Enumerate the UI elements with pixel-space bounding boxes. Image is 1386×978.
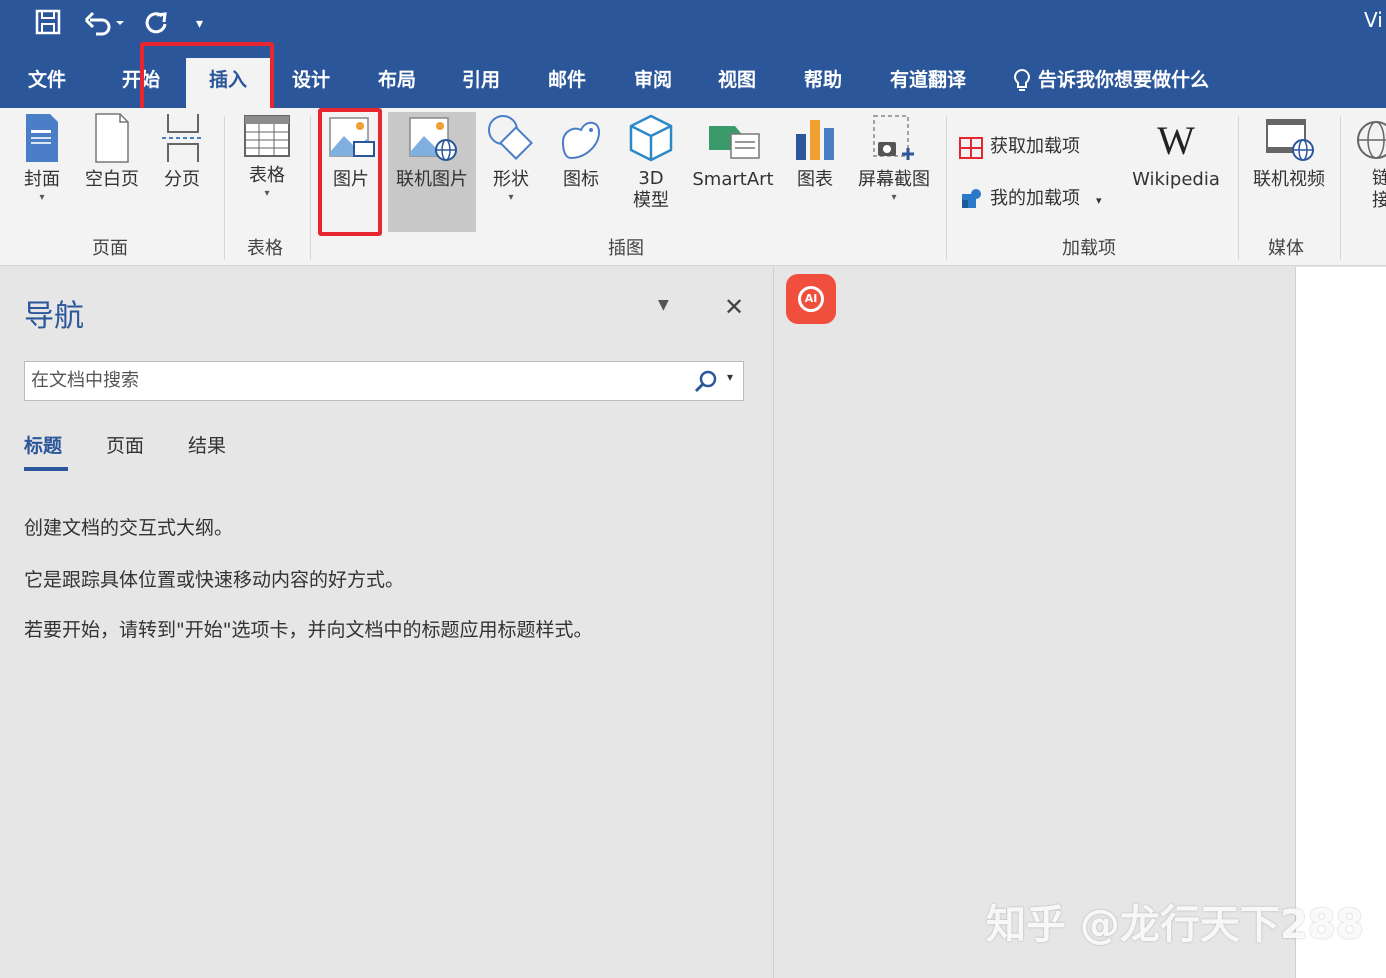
nav-search-input[interactable] <box>31 362 671 398</box>
navigation-pane: 导航 ▼ ✕ ▾ 标题 页面 结果 创建文档的交互式大纲。 它是跟踪具体位置或快… <box>0 267 774 978</box>
blank-page-button[interactable]: 空白页 <box>80 112 144 192</box>
tab-insert[interactable]: 插入 <box>186 58 270 108</box>
group-divider <box>1340 116 1341 260</box>
nav-help-line-1: 创建文档的交互式大纲。 <box>24 517 234 539</box>
screenshot-button[interactable]: 屏幕截图 ▾ <box>852 112 936 204</box>
get-addins-button[interactable]: 获取加载项 <box>958 132 1080 160</box>
window-title: Vi <box>1364 8 1383 32</box>
tab-references[interactable]: 引用 <box>456 58 506 108</box>
icons-icon <box>561 121 601 160</box>
customize-qat-icon[interactable]: ▾ <box>196 8 203 40</box>
group-label-illustrations: 插图 <box>608 238 644 259</box>
chevron-down-icon: ▾ <box>1096 194 1102 207</box>
group-label-addins: 加载项 <box>1062 238 1116 259</box>
tab-home[interactable]: 开始 <box>116 58 166 108</box>
active-tab-indicator <box>24 467 68 471</box>
page-break-icon <box>162 114 202 162</box>
nav-tab-results[interactable]: 结果 <box>188 431 226 458</box>
group-divider <box>224 116 225 260</box>
tell-me-box[interactable]: 告诉我你想要做什么 <box>1012 58 1209 102</box>
globe-link-icon <box>1357 121 1386 159</box>
icons-button[interactable]: 图标 <box>552 112 610 192</box>
tab-design[interactable]: 设计 <box>286 58 336 108</box>
my-addins-button[interactable]: 我的加载项 ▾ <box>958 184 1102 212</box>
online-picture-icon <box>409 117 457 161</box>
nav-tab-pages[interactable]: 页面 <box>106 431 144 458</box>
chevron-down-icon: ▾ <box>508 192 514 203</box>
ai-assistant-button[interactable]: AI <box>786 274 836 324</box>
undo-icon[interactable] <box>84 8 124 44</box>
online-picture-button[interactable]: 联机图片 <box>388 112 476 232</box>
smartart-button[interactable]: SmartArt <box>688 112 778 192</box>
addin-puzzle-icon <box>962 189 981 208</box>
group-label-media: 媒体 <box>1268 238 1304 259</box>
search-icon[interactable] <box>693 369 719 395</box>
cube-icon <box>629 114 673 162</box>
picture-button[interactable]: 图片 <box>322 112 380 192</box>
group-divider <box>946 116 947 260</box>
group-label-pages: 页面 <box>92 238 128 259</box>
document-area <box>775 267 1295 978</box>
picture-icon <box>329 117 375 157</box>
nav-help-line-3: 若要开始，请转到"开始"选项卡，并向文档中的标题应用标题样式。 <box>24 619 593 641</box>
tab-review[interactable]: 审阅 <box>628 58 678 108</box>
online-video-icon <box>1266 119 1314 161</box>
wikipedia-icon: W <box>1157 118 1195 163</box>
tab-help[interactable]: 帮助 <box>798 58 848 108</box>
tab-youdao-translate[interactable]: 有道翻译 <box>884 58 972 108</box>
title-bar: ▾ Vi 文件 开始 插入 设计 布局 引用 邮件 审阅 视图 帮助 有道翻译 … <box>0 0 1386 108</box>
ribbon: 封面 ▾ 空白页 分页 页面 表格 ▾ 表格 图片 联机图片 形状 ▾ 图标 3… <box>0 108 1386 266</box>
group-label-tables: 表格 <box>247 238 283 259</box>
shapes-button[interactable]: 形状 ▾ <box>482 112 540 204</box>
svg-text:W: W <box>1157 118 1195 163</box>
shapes-icon <box>488 115 533 160</box>
table-icon <box>244 115 290 157</box>
table-button[interactable]: 表格 ▾ <box>236 112 298 200</box>
nav-pane-title: 导航 <box>24 299 84 334</box>
3d-models-button[interactable]: 3D 模型 <box>622 112 680 212</box>
ribbon-tab-bar: 文件 开始 插入 设计 布局 引用 邮件 审阅 视图 帮助 有道翻译 告诉我你想… <box>0 58 1386 108</box>
blank-page-icon <box>95 113 129 163</box>
chevron-down-icon: ▾ <box>39 192 45 203</box>
cover-page-button[interactable]: 封面 ▾ <box>14 112 70 204</box>
chart-button[interactable]: 图表 <box>788 112 842 192</box>
lightbulb-icon <box>1014 68 1030 91</box>
tab-layout[interactable]: 布局 <box>372 58 422 108</box>
cover-page-icon <box>26 114 58 162</box>
tell-me-label: 告诉我你想要做什么 <box>1038 69 1210 91</box>
smartart-icon <box>709 126 760 159</box>
close-icon[interactable]: ✕ <box>724 293 744 321</box>
online-video-button[interactable]: 联机视频 <box>1246 112 1332 192</box>
store-icon <box>959 137 983 159</box>
wikipedia-button[interactable]: W Wikipedia <box>1126 112 1226 192</box>
link-button[interactable]: 链接 <box>1352 112 1386 212</box>
ai-badge-icon: AI <box>798 286 824 312</box>
tab-mailings[interactable]: 邮件 <box>542 58 592 108</box>
nav-search-box[interactable]: ▾ <box>24 361 744 401</box>
bar-chart-icon <box>796 120 834 160</box>
nav-help-line-2: 它是跟踪具体位置或快速移动内容的好方式。 <box>24 569 405 591</box>
save-icon[interactable] <box>34 8 62 44</box>
screenshot-icon <box>873 115 914 160</box>
page-break-button[interactable]: 分页 <box>154 112 210 192</box>
search-options-chevron-icon[interactable]: ▾ <box>727 370 733 384</box>
tab-file[interactable]: 文件 <box>22 58 72 108</box>
document-page[interactable] <box>1295 267 1386 978</box>
redo-icon[interactable] <box>142 8 170 44</box>
chevron-down-icon: ▾ <box>891 192 897 203</box>
group-divider <box>310 116 311 260</box>
group-divider <box>1238 116 1239 260</box>
watermark: 知乎 @龙行天下288 <box>986 902 1364 948</box>
pane-options-chevron-icon[interactable]: ▼ <box>658 297 669 313</box>
nav-tab-headings[interactable]: 标题 <box>24 431 62 458</box>
chevron-down-icon: ▾ <box>264 188 270 199</box>
tab-view[interactable]: 视图 <box>712 58 762 108</box>
